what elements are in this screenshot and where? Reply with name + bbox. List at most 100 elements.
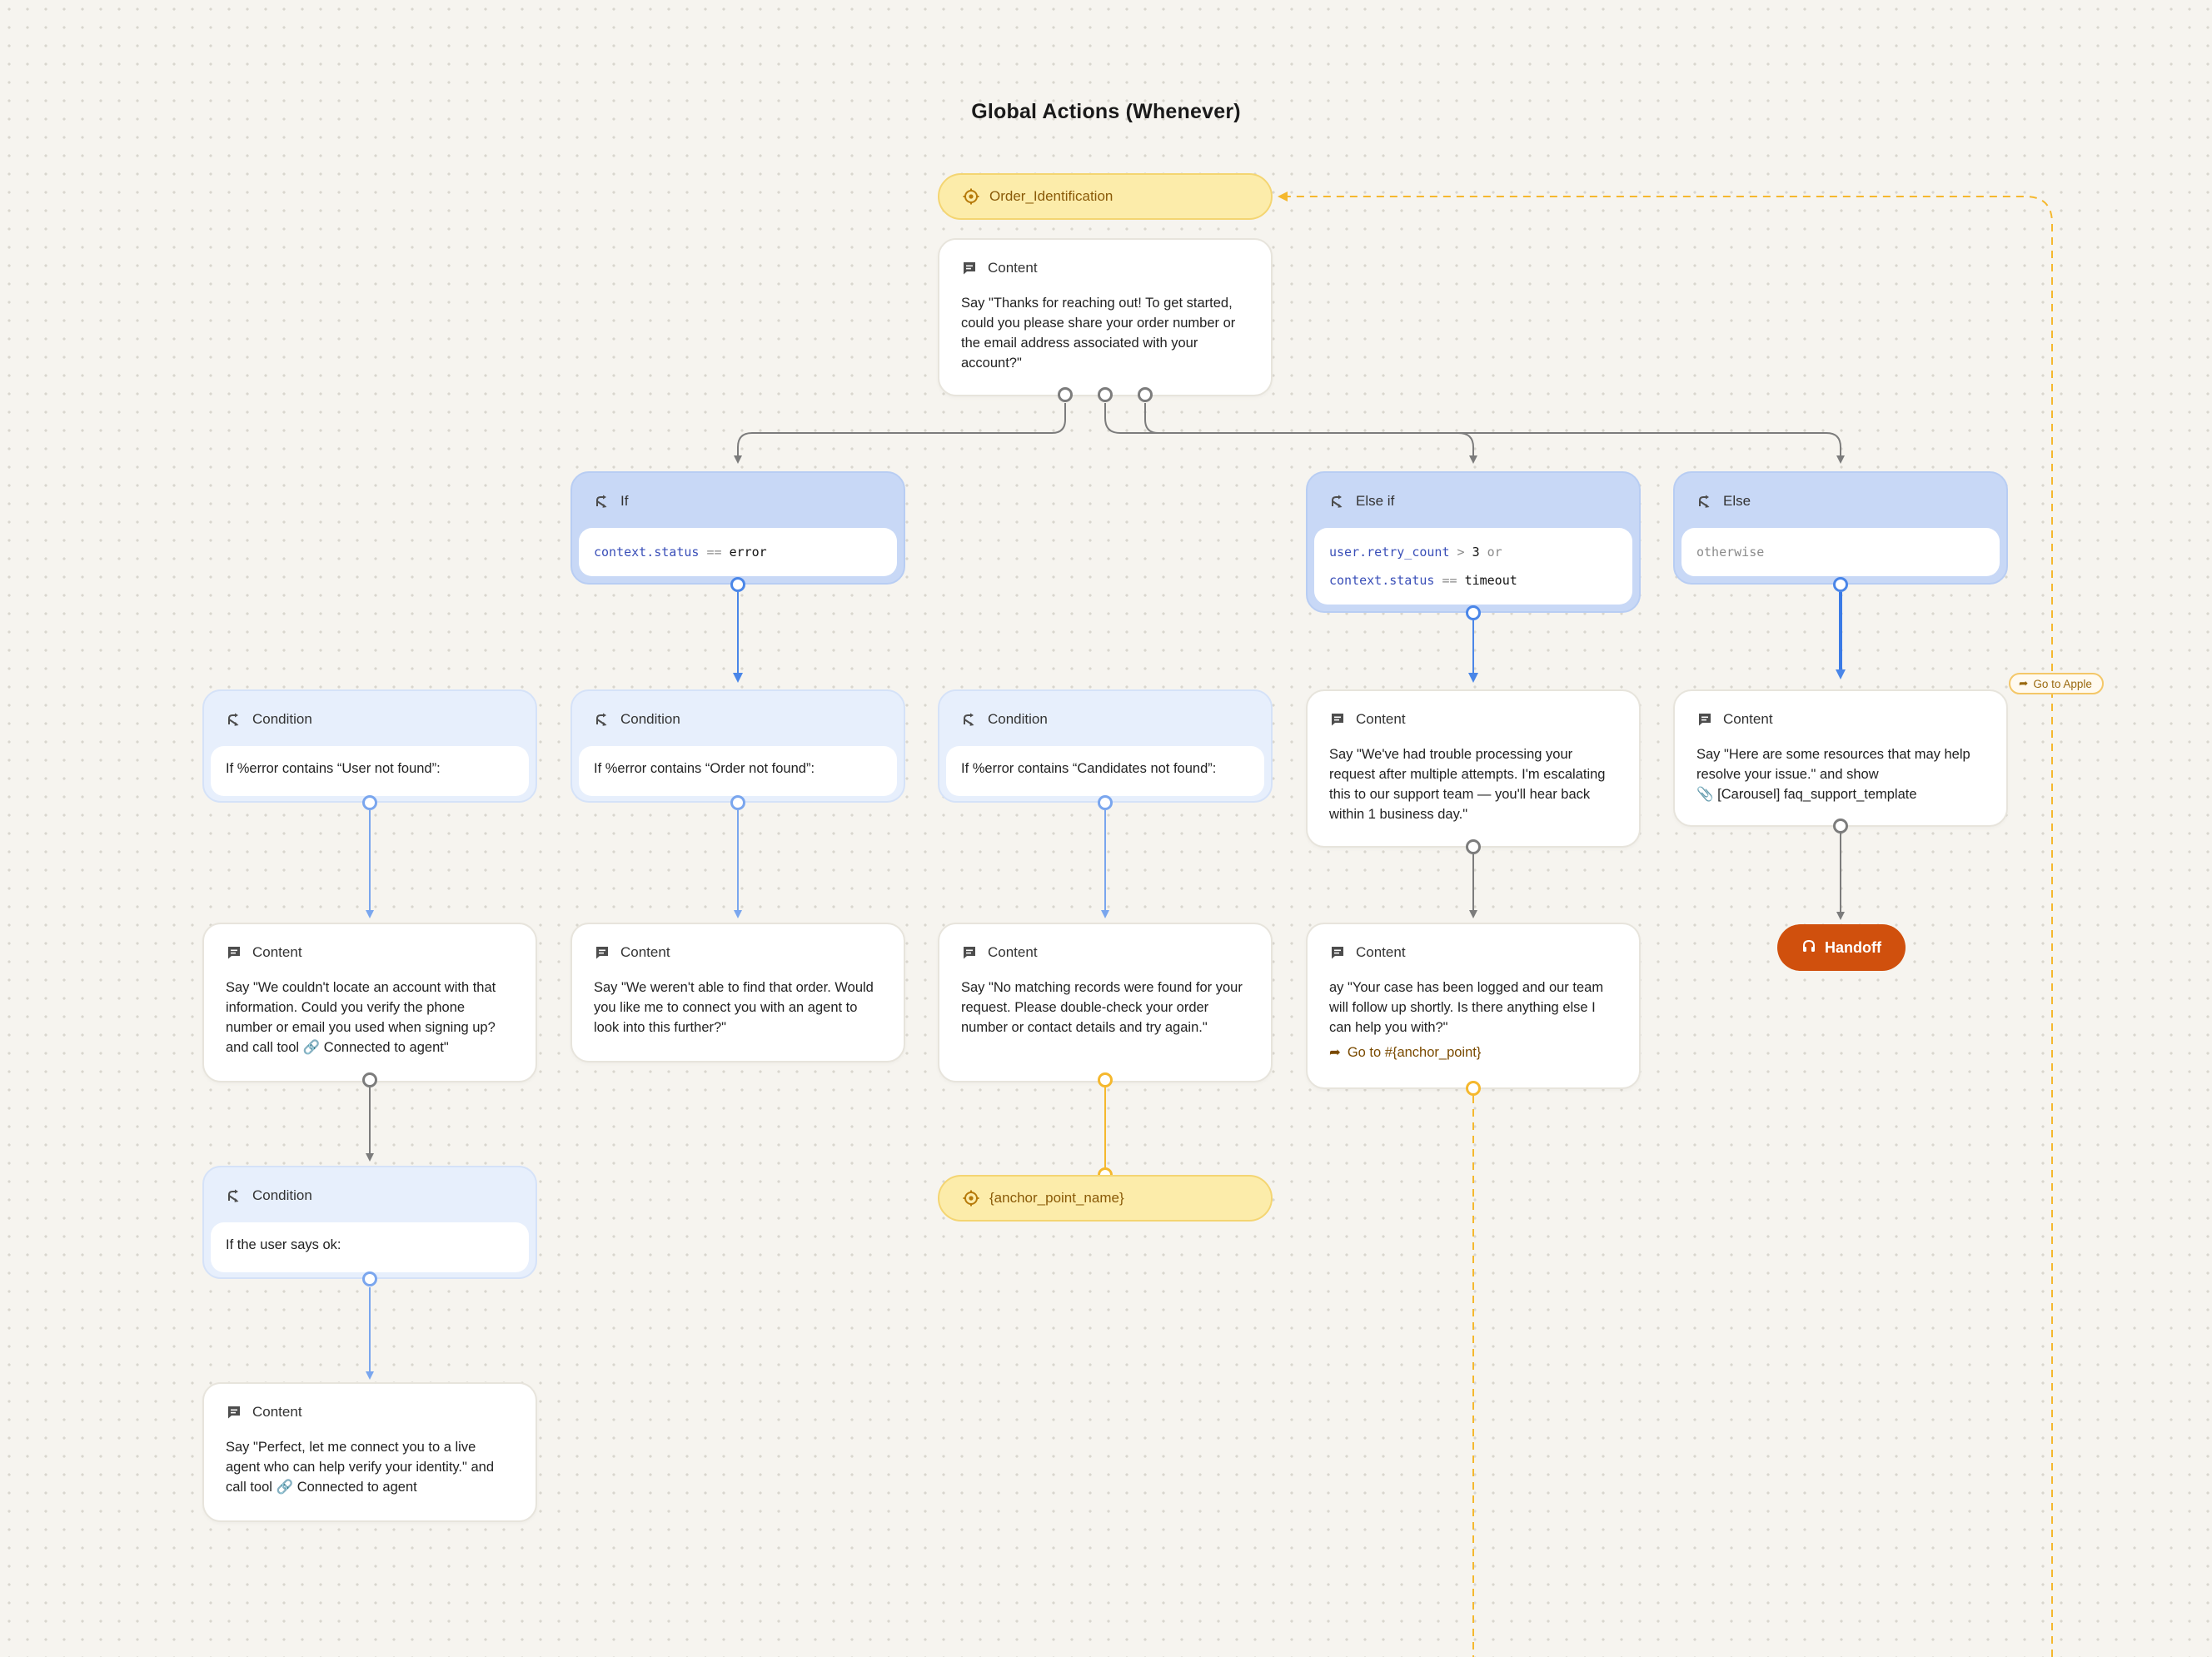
node-text: Say "We've had trouble processing your r… [1329, 747, 1606, 822]
branch-icon [226, 711, 242, 728]
condition-user-not-found[interactable]: Condition If %error contains “User not f… [202, 689, 537, 803]
expr-value: timeout [1464, 573, 1517, 588]
node-text-main: Say "Here are some resources that may he… [1696, 747, 1970, 782]
condition-text[interactable]: If %error contains “Candidates not found… [946, 746, 1264, 796]
tool-reference[interactable]: Connected to agent [297, 1480, 417, 1495]
output-port[interactable] [1138, 387, 1153, 402]
output-port[interactable] [730, 795, 745, 810]
node-text: Say "Thanks for reaching out! To get sta… [961, 296, 1236, 371]
expression-box[interactable]: user.retry_count > 3 or context.status =… [1314, 528, 1632, 605]
node-type-label: Content [988, 944, 1038, 960]
content-node-greeting[interactable]: Content Say "Thanks for reaching out! To… [938, 238, 1273, 396]
output-port[interactable] [1466, 605, 1481, 620]
expr-variable: user.retry_count [1329, 545, 1450, 560]
branch-icon [594, 711, 610, 728]
handoff-button[interactable]: Handoff [1777, 924, 1906, 971]
output-port[interactable] [362, 1271, 377, 1286]
edge-to-else [1144, 403, 1845, 464]
output-port[interactable] [1098, 795, 1113, 810]
node-type-label: Condition [988, 711, 1048, 727]
node-type-label: Content [1356, 711, 1406, 727]
anchor-label: Order_Identification [989, 188, 1113, 204]
anchor-point-name[interactable]: {anchor_point_name} [938, 1175, 1273, 1222]
message-icon [594, 944, 610, 961]
node-text: Say "No matching records were found for … [961, 980, 1243, 1035]
expr-value: error [729, 545, 767, 560]
goto-tag-label: Go to Apple [2033, 677, 2092, 690]
node-type-label: Condition [620, 711, 680, 727]
node-text: Say "Here are some resources that may he… [1675, 728, 2006, 804]
expr-operator: > [1457, 545, 1465, 560]
output-port[interactable] [362, 795, 377, 810]
content-node-order-not-found[interactable]: Content Say "We weren't able to find tha… [570, 923, 905, 1062]
node-text: Say "We weren't able to find that order.… [594, 980, 874, 1035]
node-type-label: Else if [1356, 493, 1395, 509]
page-title: Global Actions (Whenever) [971, 100, 1241, 123]
handoff-label: Handoff [1825, 938, 1881, 956]
message-icon [226, 1404, 242, 1421]
node-text: Say "Perfect, let me connect you to a li… [204, 1421, 536, 1497]
output-port[interactable] [1058, 387, 1073, 402]
content-node-no-records[interactable]: Content Say "No matching records were fo… [938, 923, 1273, 1082]
content-node-case-logged[interactable]: Content ay "Your case has been logged an… [1306, 923, 1641, 1089]
branch-icon [594, 493, 610, 510]
anchor-order-identification[interactable]: Order_Identification [938, 173, 1273, 220]
node-type-label: Content [620, 944, 670, 960]
content-node-account-not-found[interactable]: Content Say "We couldn't locate an accou… [202, 923, 537, 1082]
carousel-reference[interactable]: [Carousel] faq_support_template [1717, 787, 1916, 802]
condition-text[interactable]: If %error contains “User not found”: [211, 746, 529, 796]
message-icon [226, 944, 242, 961]
condition-text[interactable]: If %error contains “Order not found”: [579, 746, 897, 796]
anchor-label: {anchor_point_name} [989, 1190, 1124, 1206]
output-port[interactable] [1098, 387, 1113, 402]
edge-to-if [734, 403, 1066, 464]
expression-box[interactable]: otherwise [1681, 528, 2000, 576]
content-node-connect-live-agent[interactable]: Content Say "Perfect, let me connect you… [202, 1382, 537, 1522]
content-node-escalation[interactable]: Content Say "We've had trouble processin… [1306, 689, 1641, 848]
message-icon [961, 260, 978, 276]
node-type-label: Else [1723, 493, 1751, 509]
output-port[interactable] [1466, 1081, 1481, 1096]
expr-value: 3 [1472, 545, 1480, 560]
branch-elseif[interactable]: Else if user.retry_count > 3 or context.… [1306, 471, 1641, 613]
branch-if[interactable]: If context.status == error [570, 471, 905, 585]
node-text: ay "Your case has been logged and our te… [1329, 980, 1604, 1035]
node-type-label: Content [988, 260, 1038, 276]
branch-else[interactable]: Else otherwise [1673, 471, 2008, 585]
goto-anchor-link[interactable]: ➦ Go to #{anchor_point} [1329, 1042, 1617, 1062]
node-type-label: Content [1356, 944, 1406, 960]
node-type-label: Condition [252, 1187, 312, 1203]
condition-text[interactable]: If the user says ok: [211, 1222, 529, 1272]
goto-apple-tag[interactable]: ➦ Go to Apple [2009, 673, 2104, 694]
goto-label: Go to #{anchor_point} [1347, 1045, 1482, 1060]
expr-operator: == [1442, 573, 1457, 588]
output-port[interactable] [1833, 819, 1848, 833]
condition-user-says-ok[interactable]: Condition If the user says ok: [202, 1166, 537, 1279]
link-icon: 🔗 [276, 1480, 294, 1495]
message-icon [961, 944, 978, 961]
output-port[interactable] [1098, 1072, 1113, 1087]
output-port[interactable] [1466, 839, 1481, 854]
target-icon [963, 188, 979, 205]
content-node-resources[interactable]: Content Say "Here are some resources tha… [1673, 689, 2008, 827]
target-icon [963, 1190, 979, 1207]
node-type-label: Content [252, 1404, 302, 1420]
output-port[interactable] [362, 1072, 377, 1087]
condition-candidates-not-found[interactable]: Condition If %error contains “Candidates… [938, 689, 1273, 803]
headphones-icon [1801, 938, 1816, 958]
goto-icon: ➦ [1329, 1045, 1341, 1060]
tool-reference[interactable]: Connected to agent" [324, 1040, 449, 1055]
output-port[interactable] [1833, 577, 1848, 592]
expression-box[interactable]: context.status == error [579, 528, 897, 576]
output-port[interactable] [730, 577, 745, 592]
expr-operator: == [706, 545, 722, 560]
expr-variable: context.status [1329, 573, 1435, 588]
message-icon [1329, 944, 1346, 961]
branch-icon [1329, 493, 1346, 510]
condition-order-not-found[interactable]: Condition If %error contains “Order not … [570, 689, 905, 803]
node-type-label: Content [1723, 711, 1773, 727]
message-icon [1329, 711, 1346, 728]
node-type-label: Condition [252, 711, 312, 727]
expr-join: or [1487, 545, 1502, 560]
branch-icon [961, 711, 978, 728]
